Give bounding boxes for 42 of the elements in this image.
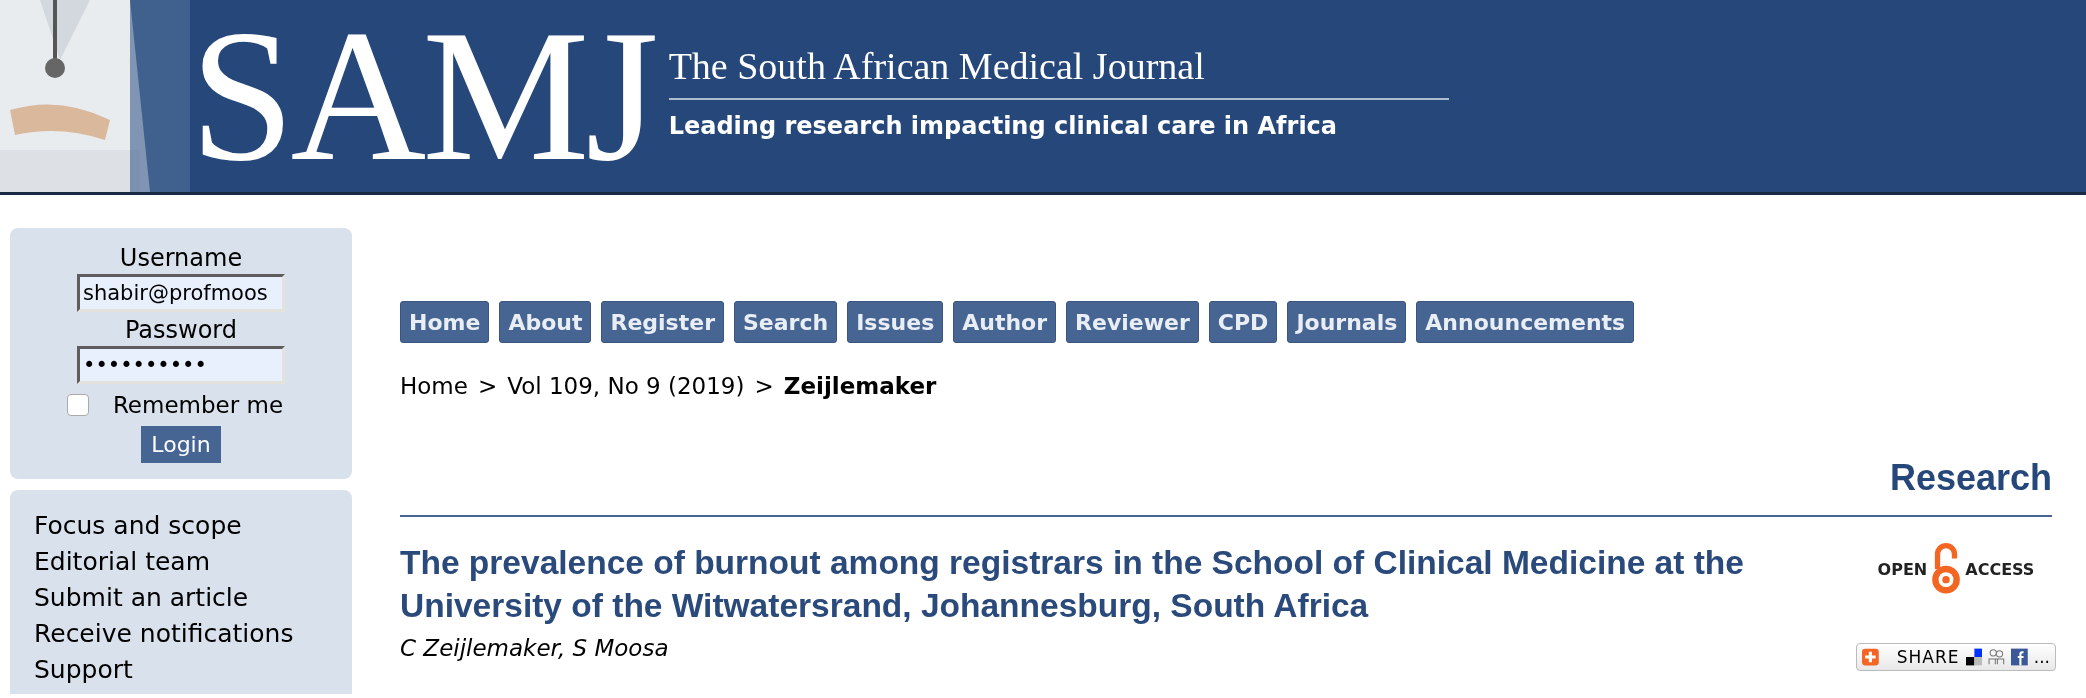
more-label: ... <box>2033 647 2050 667</box>
sidebar-link[interactable]: Focus and scope <box>34 508 328 544</box>
share-button[interactable]: SHARE ... <box>1856 643 2056 671</box>
journal-title: The South African Medical Journal <box>668 44 1205 88</box>
nav-button[interactable]: Announcements <box>1416 301 1635 343</box>
nav-button[interactable]: Reviewer <box>1066 301 1199 343</box>
journal-tagline: Leading research impacting clinical care in Africa <box>668 112 1338 140</box>
article-authors: C Zeijlemaker, S Moosa <box>400 635 670 661</box>
journal-logo: SAMJ <box>190 2 655 190</box>
people-icon <box>1988 647 2006 667</box>
open-access-label: OPEN <box>1877 559 1928 579</box>
password-field[interactable]: •••••••••• <box>77 346 285 384</box>
sidebar-link[interactable]: Editorial team <box>34 544 328 580</box>
share-label: SHARE <box>1896 647 1960 667</box>
open-access-label: ACCESS <box>1965 559 2035 579</box>
breadcrumb-current: Zeijlemaker <box>783 373 937 399</box>
nav-button[interactable]: About <box>499 301 592 343</box>
plus-icon <box>1862 647 1879 667</box>
breadcrumb-separator: > <box>477 373 498 399</box>
sidebar-link[interactable]: Support <box>34 652 328 688</box>
login-button[interactable]: Login <box>141 426 221 463</box>
sidebar-link[interactable]: Submit an article <box>34 580 328 616</box>
nav-button[interactable]: CPD <box>1208 301 1278 343</box>
username-field[interactable]: shabir@profmoos <box>77 274 285 312</box>
nav-button[interactable]: Journals <box>1287 301 1407 343</box>
section-heading: Research <box>1889 457 2052 499</box>
sidebar-link[interactable]: Receive notifications <box>34 616 328 652</box>
nav-button[interactable]: Search <box>734 301 838 343</box>
nav-button[interactable]: Issues <box>847 301 944 343</box>
nav-button[interactable]: Author <box>953 301 1057 343</box>
password-label: Password <box>124 315 238 346</box>
nav-button[interactable]: Register <box>601 301 724 343</box>
squares-icon <box>1965 647 1983 667</box>
facebook-icon <box>2011 647 2028 667</box>
breadcrumb-link[interactable]: Vol 109, No 9 (2019) <box>507 373 745 399</box>
breadcrumb-link[interactable]: Home <box>400 373 468 399</box>
article-title: The prevalence of burnout among registrars in the School of Clinical Medicine at the University of the Witwatersrand, Johannesburg, South Africa <box>400 543 1745 626</box>
breadcrumb-separator: > <box>754 373 774 399</box>
checkbox[interactable] <box>66 394 89 416</box>
nav-button[interactable]: Home <box>400 301 490 343</box>
username-label: Username <box>119 243 243 274</box>
remember-me-label: Remember me <box>112 392 284 418</box>
